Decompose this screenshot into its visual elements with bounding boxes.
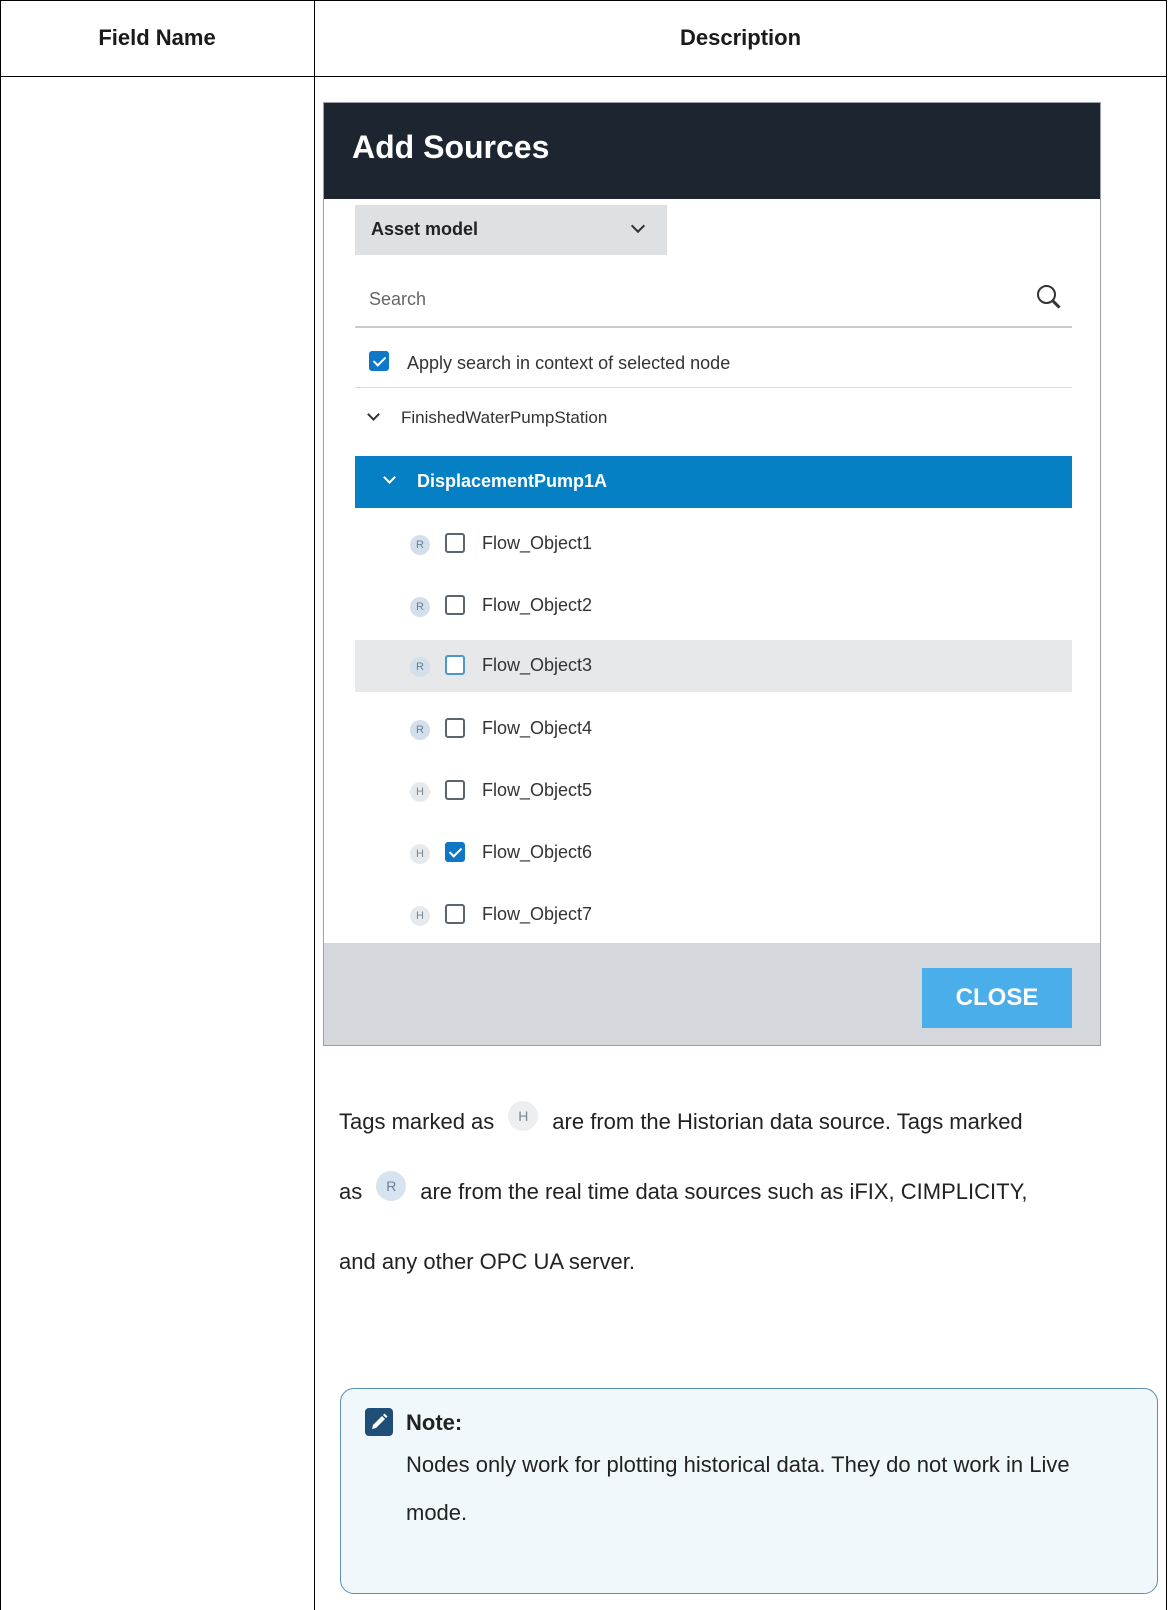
item-label: Flow_Object1 — [482, 533, 593, 553]
tree-node-selected[interactable]: DisplacementPump1A — [355, 456, 1072, 508]
item-label: Flow_Object2 — [482, 595, 593, 615]
table-border-right — [1166, 0, 1167, 1610]
tree-leaf-item[interactable]: H Flow_Object7 — [355, 889, 1072, 941]
item-label: Flow_Object4 — [482, 718, 593, 738]
search-placeholder: Search — [369, 289, 427, 309]
source-type-dropdown[interactable]: Asset model — [355, 205, 667, 255]
chevron-down-icon[interactable] — [383, 471, 396, 484]
historian-source-badge: H — [410, 782, 430, 802]
column-divider — [314, 0, 315, 1610]
apply-search-option[interactable]: Apply search in context of selected node — [355, 339, 1072, 388]
column-header-description: Description — [679, 25, 802, 50]
description-text: are from the real time data sources such… — [420, 1179, 1028, 1204]
item-checkbox[interactable] — [445, 595, 465, 615]
item-checkbox[interactable] — [445, 904, 465, 924]
description-line-1: Tags marked as Hare from the Historian da… — [339, 1094, 1139, 1150]
item-label: Flow_Object6 — [482, 842, 593, 862]
tree-leaf-item[interactable]: H Flow_Object5 — [355, 765, 1072, 817]
item-checkbox[interactable] — [445, 533, 465, 553]
dialog-footer: CLOSE — [324, 943, 1100, 1045]
tree-node-label: FinishedWaterPumpStation — [401, 408, 608, 427]
description-line-3: and any other OPC UA server. — [339, 1234, 1139, 1290]
tree-leaf-item[interactable]: R Flow_Object3 — [355, 640, 1072, 692]
chevron-down-icon — [630, 218, 646, 234]
table-border-left — [0, 0, 1, 1610]
item-checkbox[interactable] — [445, 718, 465, 738]
item-checkbox[interactable] — [445, 655, 465, 675]
description-text: and any other OPC UA server. — [339, 1249, 635, 1274]
historian-source-badge: H — [410, 844, 430, 864]
realtime-source-badge: R — [410, 720, 430, 740]
description-text: are from the Historian data source. Tags… — [552, 1109, 1023, 1134]
chevron-down-icon[interactable] — [367, 408, 380, 421]
description-text: as — [339, 1179, 363, 1204]
tree-leaf-item[interactable]: R Flow_Object4 — [355, 703, 1072, 755]
historian-badge-icon: H — [508, 1101, 539, 1131]
item-checkbox[interactable] — [445, 780, 465, 800]
item-label: Flow_Object5 — [482, 780, 593, 800]
add-sources-dialog: Add Sources Asset model Search Apply sea… — [323, 102, 1101, 1046]
tree-leaf-item[interactable]: H Flow_Object6 — [355, 827, 1072, 879]
column-header-field-name: Field Name — [98, 25, 216, 50]
tree-leaf-item[interactable]: R Flow_Object2 — [355, 580, 1072, 632]
historian-source-badge: H — [410, 906, 430, 926]
close-button[interactable]: CLOSE — [922, 968, 1072, 1028]
realtime-badge-icon: R — [376, 1171, 407, 1201]
realtime-source-badge: R — [410, 657, 430, 677]
pencil-icon — [365, 1408, 393, 1436]
apply-search-checkbox[interactable] — [369, 351, 389, 371]
item-checkbox[interactable] — [445, 842, 465, 862]
tree-leaf-item[interactable]: R Flow_Object1 — [355, 518, 1072, 570]
item-label: Flow_Object7 — [482, 904, 593, 924]
note-callout: Note: Nodes only work for plotting histo… — [340, 1388, 1158, 1594]
description-text: Tags marked as — [339, 1109, 495, 1134]
note-body: Nodes only work for plotting historical … — [406, 1452, 1070, 1525]
dialog-title: Add Sources — [352, 129, 550, 165]
item-label: Flow_Object3 — [482, 655, 593, 675]
apply-search-label: Apply search in context of selected node — [407, 353, 731, 373]
dropdown-value: Asset model — [371, 219, 479, 239]
search-input[interactable]: Search — [355, 273, 1072, 328]
realtime-source-badge: R — [410, 597, 430, 617]
tree-node-root[interactable]: FinishedWaterPumpStation — [355, 393, 1072, 445]
description-line-2: as Rare from the real time data sources s… — [339, 1164, 1139, 1220]
tree-node-label: DisplacementPump1A — [417, 471, 608, 491]
search-icon[interactable] — [1037, 285, 1056, 304]
dialog-header: Add Sources — [324, 103, 1100, 199]
realtime-source-badge: R — [410, 535, 430, 555]
header-divider — [0, 76, 1167, 77]
note-title: Note: — [406, 1410, 463, 1435]
